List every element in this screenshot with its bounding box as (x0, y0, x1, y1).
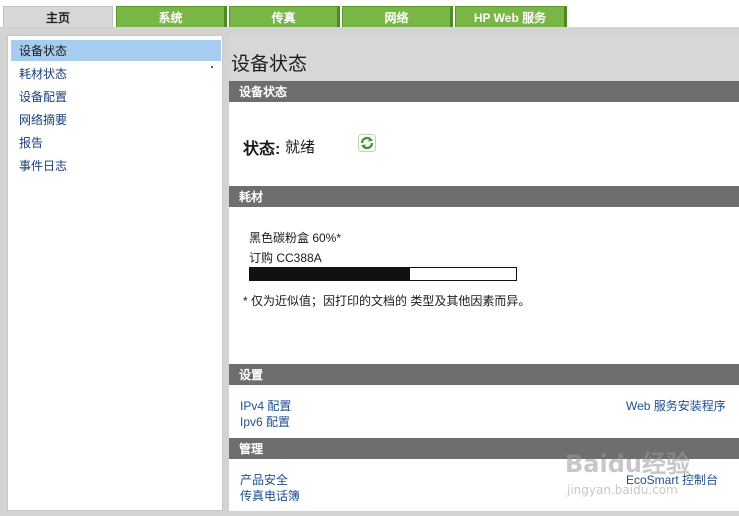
sidebar-item-supplies-status[interactable]: 耗材状态 (11, 63, 221, 84)
sidebar-item-reports[interactable]: 报告 (11, 132, 221, 153)
status-label: 状态: (243, 141, 281, 158)
section-header-admin: 管理 (229, 438, 739, 459)
tab-bar: 主页 系统 传真 网络 HP Web 服务 (0, 0, 739, 28)
web-services-installer-link[interactable]: Web 服务安装程序 (626, 397, 726, 414)
page-title: 设备状态 (231, 54, 308, 75)
product-security-link[interactable]: 产品安全 (240, 471, 288, 488)
sidebar-item-event-log[interactable]: 事件日志 (11, 155, 221, 176)
cartridge-label: 黑色碳粉盒 60%* (249, 231, 342, 245)
sidebar-item-label: 网络摘要 (19, 113, 68, 127)
marker-dot (211, 66, 213, 68)
status-value: 就绪 (285, 139, 316, 156)
content-frame: 设备状态 耗材状态 设备配置 网络摘要 报告 事件日志 设备状态 设备状态 状态… (0, 27, 739, 516)
sidebar-item-label: 事件日志 (19, 159, 68, 173)
ecosmart-console-link[interactable]: EcoSmart 控制台 (626, 471, 718, 488)
fax-phonebook-link[interactable]: 传真电话簿 (240, 487, 300, 504)
supply-note: * 仅为近似值；因打印的文档的 类型及其他因素而异。 (243, 294, 531, 308)
toner-level-fill (250, 268, 410, 280)
toner-level-bar (249, 267, 517, 281)
title-band: 设备状态 (229, 35, 739, 81)
order-link[interactable]: 订购 CC388A (249, 249, 322, 266)
main-panel: 设备状态 设备状态 状态: 就绪 耗材 黑色碳粉盒 60%* 订购 CC388A… (229, 35, 739, 511)
tab-fax[interactable]: 传真 (229, 6, 340, 27)
sidebar-item-label: 设备状态 (19, 44, 68, 58)
tab-system[interactable]: 系统 (116, 6, 227, 27)
tab-home[interactable]: 主页 (3, 6, 113, 28)
tab-hp-web-services[interactable]: HP Web 服务 (455, 6, 567, 27)
sidebar-item-label: 报告 (19, 136, 44, 150)
section-header-device-status: 设备状态 (229, 81, 739, 102)
sidebar-item-label: 设备配置 (19, 90, 68, 104)
sidebar-item-label: 耗材状态 (19, 67, 68, 81)
section-header-supplies: 耗材 (229, 186, 739, 207)
section-header-settings: 设置 (229, 364, 739, 385)
sidebar: 设备状态 耗材状态 设备配置 网络摘要 报告 事件日志 (7, 35, 223, 511)
sidebar-item-network-summary[interactable]: 网络摘要 (11, 109, 221, 130)
sidebar-item-device-status[interactable]: 设备状态 (11, 40, 221, 61)
ipv4-config-link[interactable]: IPv4 配置 (240, 397, 291, 414)
tab-network[interactable]: 网络 (342, 6, 453, 27)
ipv6-config-link[interactable]: Ipv6 配置 (240, 413, 290, 430)
sidebar-item-device-config[interactable]: 设备配置 (11, 86, 221, 107)
refresh-icon[interactable] (358, 134, 376, 152)
